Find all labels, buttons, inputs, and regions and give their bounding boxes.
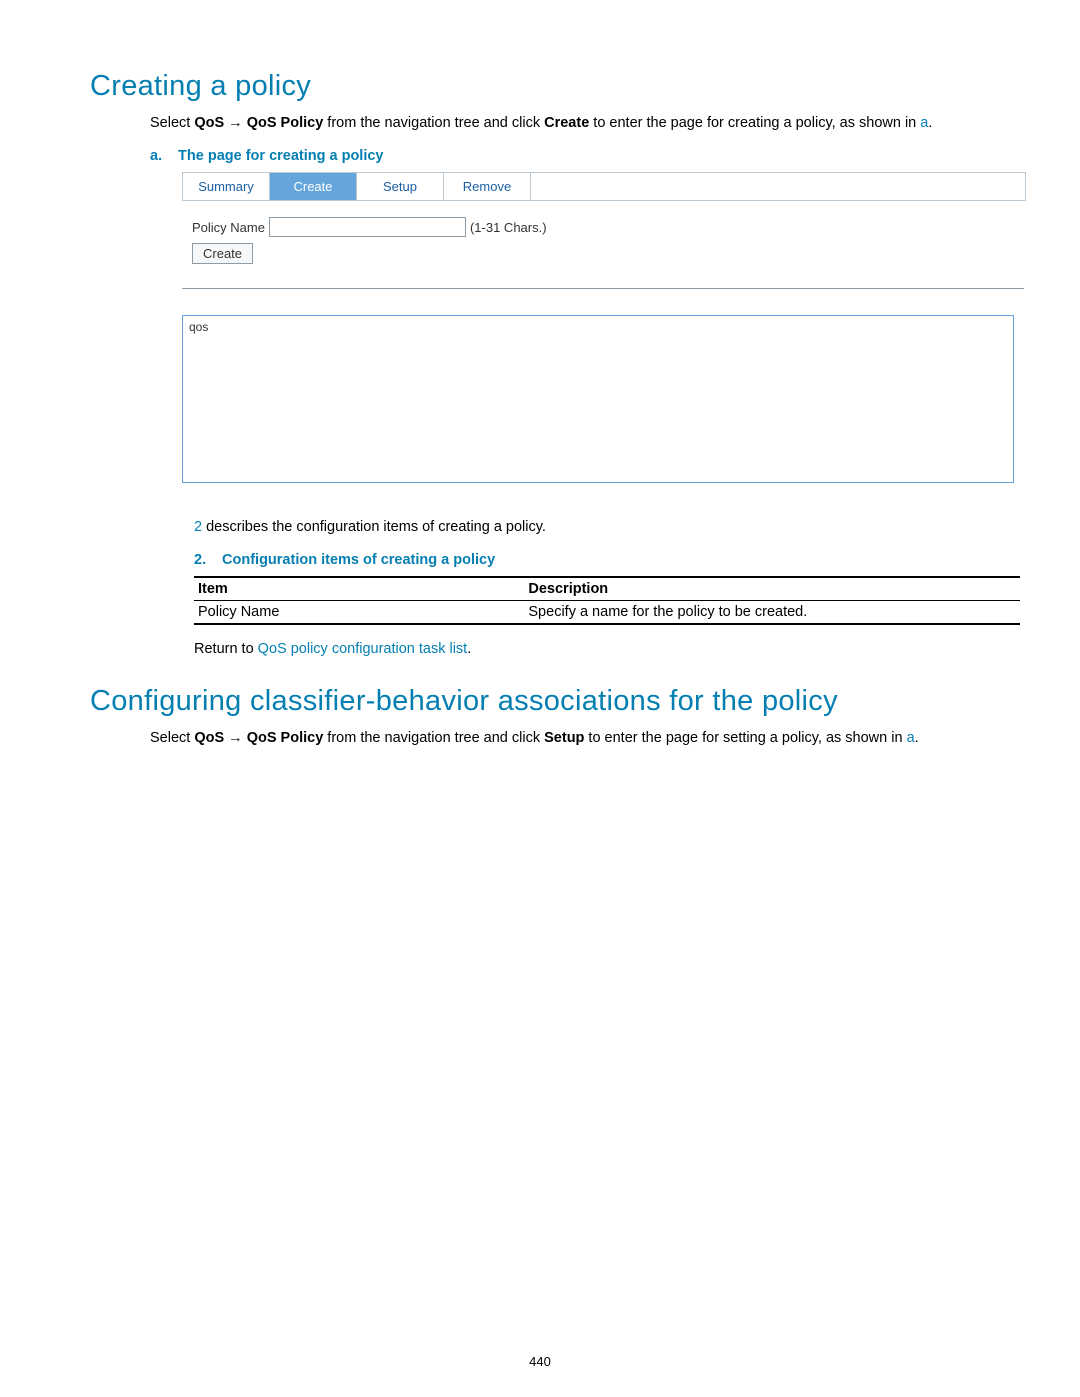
col-header-item: Item xyxy=(194,577,524,601)
return-link[interactable]: QoS policy configuration task list xyxy=(258,641,468,657)
tab-create[interactable]: Create xyxy=(270,173,357,200)
table-caption-2: 2. Configuration items of creating a pol… xyxy=(194,552,995,568)
table-row: Policy Name Specify a name for the polic… xyxy=(194,601,1020,625)
text-bold: Create xyxy=(544,115,589,131)
tab-remove[interactable]: Remove xyxy=(444,173,531,200)
heading-configuring-associations: Configuring classifier-behavior associat… xyxy=(90,685,995,718)
text-bold: QoS Policy xyxy=(247,115,324,131)
cell-description: Specify a name for the policy to be crea… xyxy=(524,601,1020,625)
text-bold: QoS Policy xyxy=(247,730,324,746)
figure-label: a. xyxy=(150,148,174,164)
tab-bar: Summary Create Setup Remove xyxy=(182,172,1026,201)
table-label: 2. xyxy=(194,552,218,568)
text: describes the configuration items of cre… xyxy=(202,519,546,535)
table-title: Configuration items of creating a policy xyxy=(222,552,495,568)
return-link-line: Return to QoS policy configuration task … xyxy=(90,641,995,657)
policy-name-input[interactable] xyxy=(269,217,466,237)
tab-summary[interactable]: Summary xyxy=(183,173,270,200)
text-bold: QoS xyxy=(194,115,224,131)
text: Return to xyxy=(194,641,258,657)
screenshot-create-policy: Summary Create Setup Remove Policy Name … xyxy=(182,172,1025,483)
desc-line: 2 describes the configuration items of c… xyxy=(90,517,995,538)
heading-creating-policy: Creating a policy xyxy=(90,70,995,103)
cell-item: Policy Name xyxy=(194,601,524,625)
table-ref-link[interactable]: 2 xyxy=(194,519,202,535)
form-area: Policy Name (1-31 Chars.) Create xyxy=(182,201,1025,282)
policy-list-box[interactable]: qos xyxy=(182,315,1014,483)
text: . xyxy=(915,730,919,746)
page-number: 440 xyxy=(0,1354,1080,1369)
arrow-icon: → xyxy=(224,115,247,131)
text: . xyxy=(467,641,471,657)
tab-setup[interactable]: Setup xyxy=(357,173,444,200)
text: Select xyxy=(150,115,194,131)
config-items-table: Item Description Policy Name Specify a n… xyxy=(194,576,1020,625)
table-header-row: Item Description xyxy=(194,577,1020,601)
text: Select xyxy=(150,730,194,746)
text: to enter the page for setting a policy, … xyxy=(584,730,906,746)
arrow-icon: → xyxy=(224,730,247,746)
policy-name-label: Policy Name xyxy=(192,220,265,235)
text: to enter the page for creating a policy,… xyxy=(589,115,920,131)
figure-ref-link[interactable]: a xyxy=(907,730,915,746)
list-item[interactable]: qos xyxy=(189,320,1007,334)
text: from the navigation tree and click xyxy=(323,730,544,746)
text-bold: Setup xyxy=(544,730,584,746)
intro-paragraph-2: Select QoS → QoS Policy from the navigat… xyxy=(90,728,995,749)
figure-caption-a: a. The page for creating a policy xyxy=(150,148,995,164)
intro-paragraph-1: Select QoS → QoS Policy from the navigat… xyxy=(90,113,995,134)
text-bold: QoS xyxy=(194,730,224,746)
text: . xyxy=(928,115,932,131)
divider xyxy=(182,288,1024,289)
text: from the navigation tree and click xyxy=(323,115,544,131)
create-button[interactable]: Create xyxy=(192,243,253,264)
figure-title: The page for creating a policy xyxy=(178,148,383,164)
col-header-description: Description xyxy=(524,577,1020,601)
policy-name-hint: (1-31 Chars.) xyxy=(470,220,547,235)
tab-filler xyxy=(531,173,1026,200)
